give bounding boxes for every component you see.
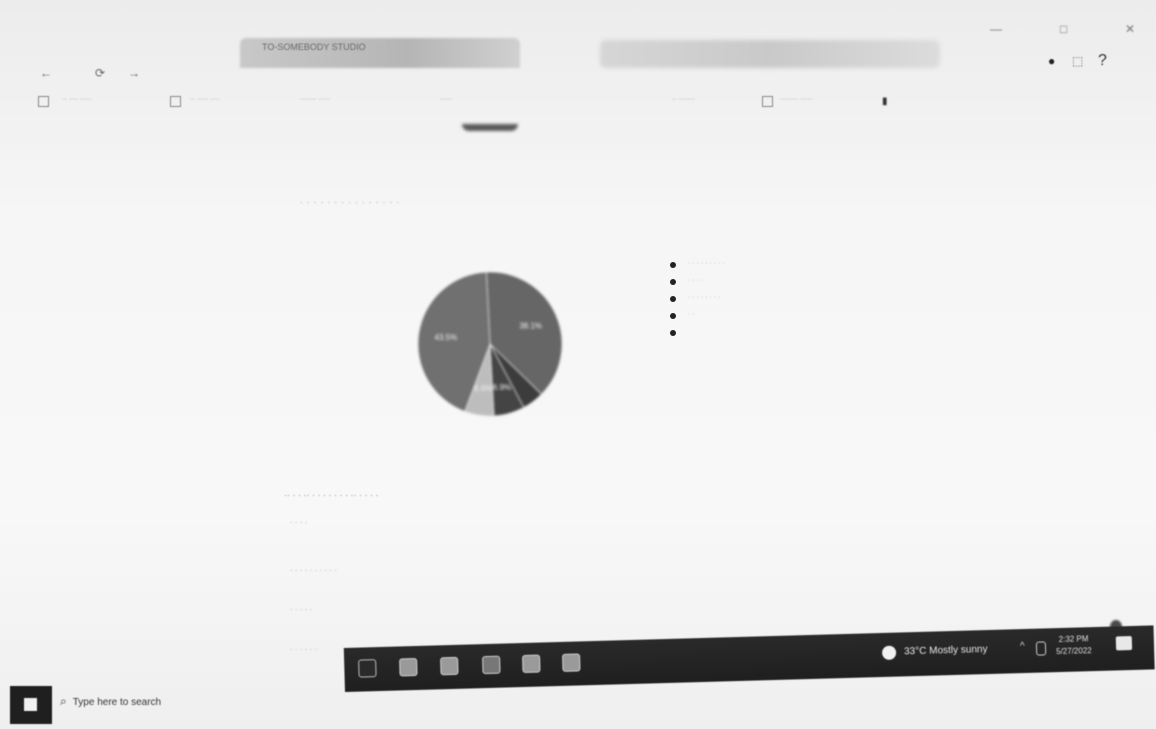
bookmark-item[interactable]: ·· ····· ···· bbox=[190, 96, 220, 103]
search-icon: ⌕ bbox=[60, 694, 67, 708]
bookmark-item[interactable]: ····· bbox=[440, 96, 452, 103]
bookmark-item[interactable]: ······· ····· bbox=[300, 96, 330, 103]
pie-chart-svg: 38.1% 6.9%6.6% 43.5% bbox=[417, 271, 563, 417]
file-explorer-icon[interactable] bbox=[399, 657, 418, 677]
tab-title: TO-SOMEBODY STUDIO bbox=[262, 42, 366, 52]
windows-icon bbox=[24, 698, 37, 711]
weather-text[interactable]: 33°C Mostly sunny bbox=[904, 644, 988, 657]
legend-dot bbox=[670, 313, 676, 319]
tab-strip bbox=[0, 20, 1156, 68]
screen: TO-SOMEBODY STUDIO — □ ✕ ← ⟳ → ● ⬚ ? ·· … bbox=[0, 0, 1156, 729]
section-line: · · · · · · bbox=[290, 645, 318, 654]
bookmark-icon bbox=[38, 96, 49, 107]
help-icon[interactable]: ? bbox=[1098, 52, 1107, 70]
bookmark-icon bbox=[762, 96, 773, 107]
pie-slice-label: 6.6% bbox=[474, 384, 492, 393]
mail-icon[interactable] bbox=[440, 656, 459, 676]
browser-icon[interactable] bbox=[482, 655, 501, 675]
pie-slice-label: 43.5% bbox=[435, 333, 458, 342]
clock-date: 5/27/2022 bbox=[1056, 646, 1092, 657]
task-view-icon[interactable] bbox=[358, 659, 377, 678]
back-icon[interactable]: ← bbox=[40, 66, 52, 80]
app-icon[interactable] bbox=[562, 653, 581, 672]
minimize-icon[interactable]: — bbox=[990, 22, 1002, 36]
pie-slice-label: 6.9% bbox=[493, 383, 511, 392]
search-placeholder: Type here to search bbox=[72, 697, 162, 708]
section-line: · · · · · · · · · · bbox=[290, 566, 337, 575]
pie-chart: 38.1% 6.9% 6.6% 43.5% bbox=[410, 262, 570, 427]
legend-label: · · bbox=[688, 311, 695, 318]
section-title: ·· · · ·· · · · · · · · ·· · · · · bbox=[284, 490, 379, 500]
nav-row bbox=[0, 64, 1156, 88]
notification-icon[interactable] bbox=[1115, 636, 1133, 651]
tray-chevron-icon[interactable]: ^ bbox=[1020, 641, 1025, 652]
taskbar-search[interactable]: ⌕ Type here to search bbox=[60, 694, 161, 709]
clock[interactable]: 2:32 PM 5/27/2022 bbox=[1056, 633, 1092, 658]
extension-icon[interactable]: ⬚ bbox=[1072, 54, 1083, 68]
taskbar: 33°C Mostly sunny ^ 2:32 PM 5/27/2022 bbox=[343, 625, 1155, 692]
maximize-icon[interactable]: □ bbox=[1060, 22, 1067, 36]
close-icon[interactable]: ✕ bbox=[1125, 22, 1135, 36]
bookmark-icon bbox=[170, 96, 181, 107]
store-icon[interactable] bbox=[522, 654, 541, 674]
profile-icon[interactable]: ● bbox=[1048, 54, 1055, 68]
bookmark-extra-icon[interactable]: ▮ bbox=[882, 96, 888, 107]
legend-label: · · · · · · · · · bbox=[688, 260, 725, 267]
header-accent bbox=[462, 124, 518, 131]
battery-icon[interactable] bbox=[1035, 641, 1047, 656]
legend-dot bbox=[670, 296, 676, 302]
legend-label: · · · · bbox=[688, 277, 704, 284]
legend-dot bbox=[670, 279, 676, 285]
forward-icon[interactable]: → bbox=[128, 66, 140, 80]
legend-label: · · · · · · · · bbox=[688, 294, 721, 301]
page-heading: · · · · · · · · · · · · · · · bbox=[300, 198, 401, 207]
pie-slice-label: 38.1% bbox=[519, 322, 542, 331]
reload-icon[interactable]: ⟳ bbox=[95, 66, 105, 80]
section-line: · · · · bbox=[290, 518, 308, 527]
bookmark-item[interactable]: ·· ······· bbox=[672, 96, 695, 103]
legend-dot bbox=[670, 262, 676, 268]
legend-dot bbox=[670, 330, 676, 336]
bookmark-item[interactable]: ·· ···· ····· bbox=[62, 96, 92, 103]
clock-time: 2:32 PM bbox=[1058, 634, 1089, 645]
section-line: · · · · · bbox=[290, 605, 313, 614]
bookmark-item[interactable]: ········ ····· bbox=[780, 96, 812, 103]
start-button[interactable] bbox=[10, 686, 52, 724]
weather-icon bbox=[881, 645, 897, 660]
